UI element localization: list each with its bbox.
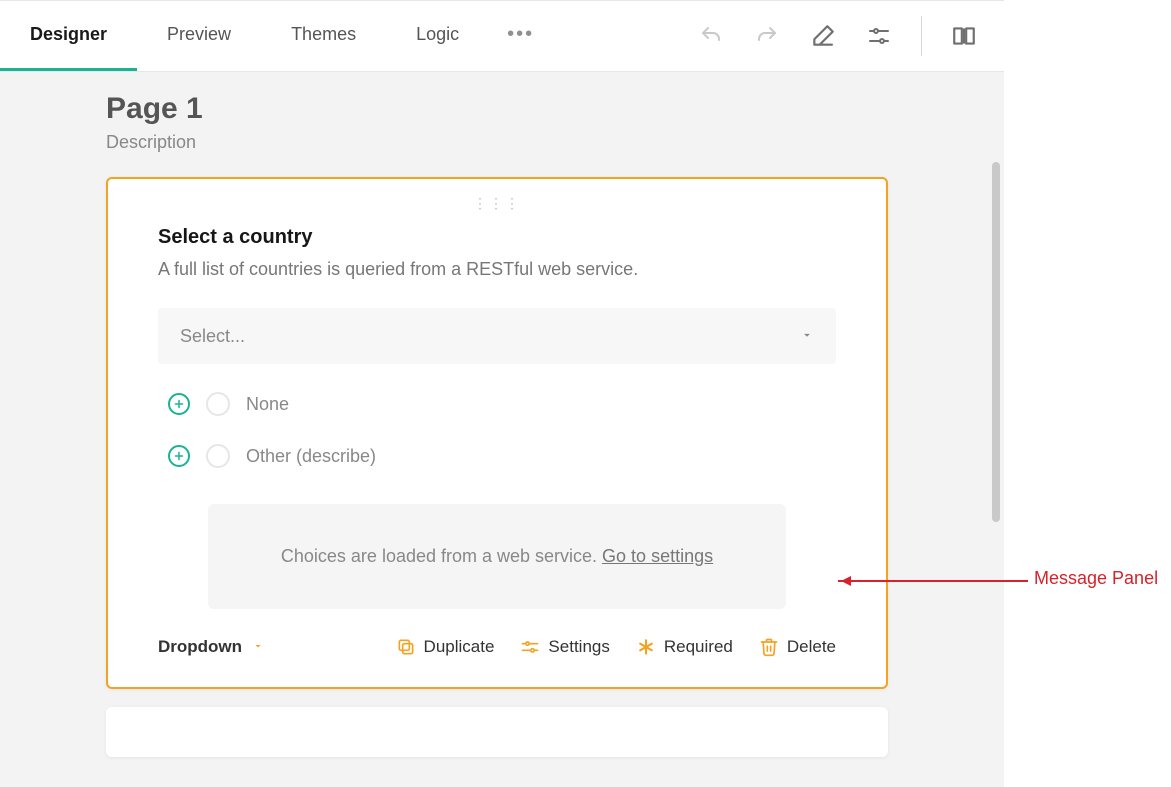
settings-sliders-icon[interactable] — [865, 22, 893, 50]
duplicate-label: Duplicate — [424, 637, 495, 657]
tab-themes[interactable]: Themes — [261, 1, 386, 71]
scrollbar[interactable] — [992, 162, 1000, 522]
question-title[interactable]: Select a country — [158, 226, 836, 249]
go-to-settings-link[interactable]: Go to settings — [602, 546, 713, 566]
option-none-label[interactable]: None — [246, 394, 289, 415]
settings-button[interactable]: Settings — [520, 637, 609, 657]
annotation-label: Message Panel — [1034, 568, 1158, 589]
page-description[interactable]: Description — [106, 132, 1004, 153]
undo-icon[interactable] — [697, 22, 725, 50]
annotation-arrow — [838, 580, 1028, 582]
radio-placeholder-icon — [206, 392, 230, 416]
question-card[interactable]: ⋮⋮⋮ Select a country A full list of coun… — [106, 177, 888, 689]
asterisk-icon — [636, 637, 656, 657]
add-option-icon[interactable] — [168, 393, 190, 415]
page-header: Page 1 Description — [0, 72, 1004, 153]
chevron-down-icon — [800, 326, 814, 347]
message-panel: Choices are loaded from a web service. G… — [208, 504, 786, 609]
dropdown-select[interactable]: Select... — [158, 308, 836, 364]
chevron-down-icon — [252, 637, 264, 657]
eraser-icon[interactable] — [809, 22, 837, 50]
radio-placeholder-icon — [206, 444, 230, 468]
duplicate-button[interactable]: Duplicate — [396, 637, 495, 657]
question-type-label: Dropdown — [158, 637, 242, 657]
option-row-other: Other (describe) — [158, 444, 836, 468]
book-icon[interactable] — [950, 22, 978, 50]
drag-handle-icon[interactable]: ⋮⋮⋮ — [108, 193, 886, 220]
next-question-card[interactable] — [106, 707, 888, 757]
tabs: Designer Preview Themes Logic ••• — [0, 1, 552, 71]
design-canvas: Page 1 Description ⋮⋮⋮ Select a country … — [0, 72, 1004, 787]
sliders-icon — [520, 637, 540, 657]
tab-preview[interactable]: Preview — [137, 1, 261, 71]
trash-icon — [759, 637, 779, 657]
question-description[interactable]: A full list of countries is queried from… — [158, 259, 836, 280]
tab-designer[interactable]: Designer — [0, 1, 137, 71]
message-text: Choices are loaded from a web service. — [281, 546, 602, 566]
option-other-label[interactable]: Other (describe) — [246, 446, 376, 467]
delete-label: Delete — [787, 637, 836, 657]
duplicate-icon — [396, 637, 416, 657]
add-option-icon[interactable] — [168, 445, 190, 467]
question-type-picker[interactable]: Dropdown — [158, 637, 264, 657]
dropdown-placeholder: Select... — [180, 326, 245, 347]
tab-more[interactable]: ••• — [489, 1, 552, 71]
toolbar-separator — [921, 16, 922, 56]
required-label: Required — [664, 637, 733, 657]
tab-logic[interactable]: Logic — [386, 1, 489, 71]
settings-label: Settings — [548, 637, 609, 657]
required-button[interactable]: Required — [636, 637, 733, 657]
question-footer: Dropdown Duplicate Settings — [108, 609, 886, 687]
page-title[interactable]: Page 1 — [106, 92, 1004, 126]
top-toolbar: Designer Preview Themes Logic ••• — [0, 0, 1004, 72]
option-row-none: None — [158, 392, 836, 416]
redo-icon[interactable] — [753, 22, 781, 50]
delete-button[interactable]: Delete — [759, 637, 836, 657]
